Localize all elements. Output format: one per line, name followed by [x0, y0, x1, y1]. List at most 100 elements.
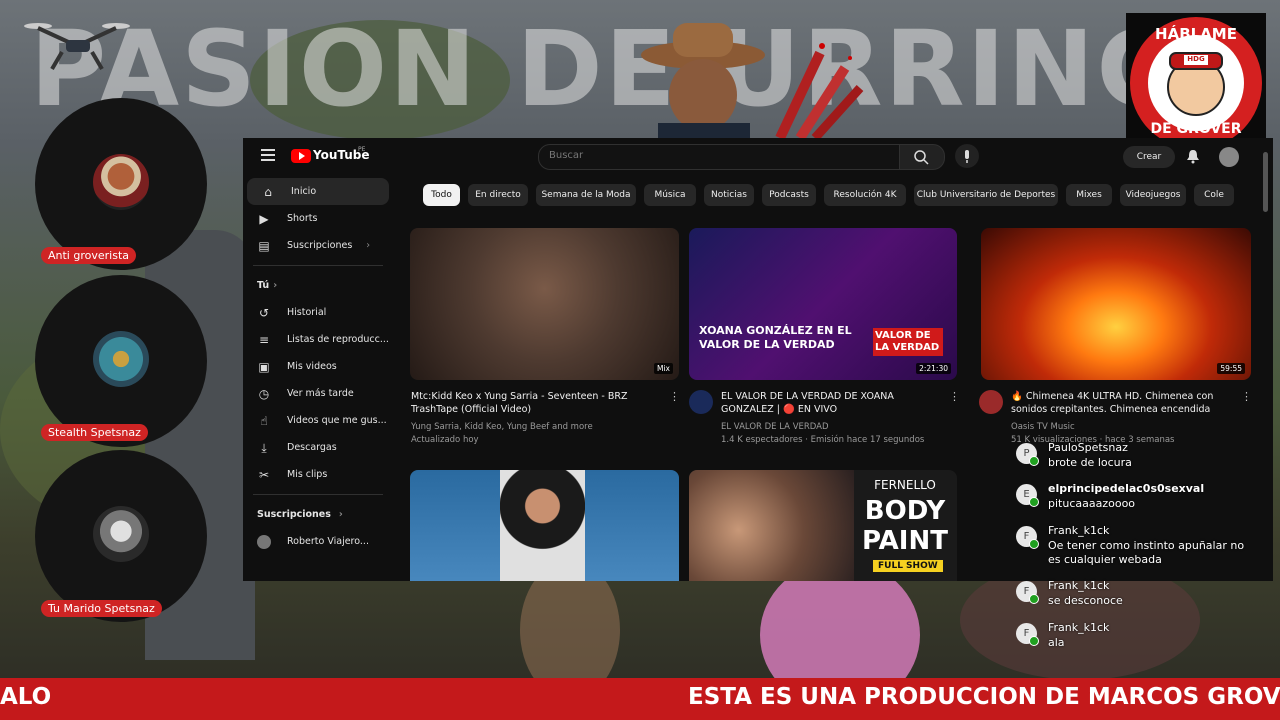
chat-avatar: E: [1016, 484, 1039, 507]
avatar: [93, 331, 149, 387]
youtube-header: YouTube PE Buscar Crear: [243, 138, 1273, 212]
sidebar-section-subscriptions[interactable]: Suscripciones ›: [243, 501, 393, 528]
video-channel[interactable]: EL VALOR DE LA VERDAD: [721, 421, 829, 433]
chat-avatar: F: [1016, 526, 1039, 549]
online-status-icon: [1029, 539, 1039, 549]
history-icon: ↺: [258, 305, 270, 320]
sidebar-item-liked-videos[interactable]: ☝ Videos que me gus...: [243, 407, 393, 434]
sidebar-item-my-videos[interactable]: ▣ Mis videos: [243, 353, 393, 380]
ticker-text: ALO: [0, 684, 52, 710]
logo-badge: HDG: [1187, 55, 1205, 63]
chat-message: F Frank_k1ck Oe tener como instinto apuñ…: [1016, 524, 1256, 572]
divider: [253, 494, 383, 495]
duration-badge: 59:55: [1217, 363, 1245, 374]
news-ticker: ALO ESTA ES UNA PRODUCCION DE MARCOS GRO…: [0, 678, 1280, 720]
menu-icon[interactable]: [261, 149, 275, 161]
my-videos-icon: ▣: [258, 359, 270, 374]
sidebar-item-shorts[interactable]: ▶ Shorts: [243, 205, 393, 232]
video-thumbnail[interactable]: [410, 470, 679, 581]
search-input[interactable]: Buscar: [538, 144, 900, 170]
sidebar-item-home[interactable]: ⌂ Inicio: [247, 178, 389, 205]
divider: [253, 265, 383, 266]
sidebar-item-subscriptions[interactable]: ▤ Suscripciones ›: [243, 232, 393, 259]
viewer-name-badge: Anti groverista: [41, 247, 136, 264]
thumbnail-text: FERNELLO: [874, 478, 936, 492]
channel-avatar[interactable]: [689, 390, 713, 414]
more-options-icon[interactable]: ⋮: [1241, 390, 1252, 403]
clips-icon: ✂: [258, 467, 270, 482]
search-button[interactable]: [899, 144, 945, 170]
video-title[interactable]: 🔥 Chimenea 4K ULTRA HD. Chimenea con son…: [1011, 390, 1241, 416]
duration-badge: 2:21:30: [916, 363, 951, 374]
chip-mixes[interactable]: Mixes: [1066, 184, 1112, 206]
chat-message: E elprincipedelac0s0sexval pitucaaaazooo…: [1016, 482, 1256, 516]
chip-music[interactable]: Música: [644, 184, 696, 206]
notifications-icon[interactable]: [1185, 148, 1201, 164]
video-meta: Actualizado hoy: [411, 435, 479, 445]
chat-text: pitucaaaazoooo: [1048, 497, 1136, 510]
chat-username: elprincipedelac0s0sexval: [1048, 482, 1205, 495]
search-icon: [914, 150, 929, 165]
video-thumbnail[interactable]: 59:55: [981, 228, 1251, 380]
channel-avatar[interactable]: [979, 390, 1003, 414]
playlist-icon: ≡: [258, 332, 270, 347]
chip-fashion-week[interactable]: Semana de la Moda: [536, 184, 636, 206]
chevron-right-icon: ›: [366, 240, 371, 251]
chat-username: Frank_k1ck: [1048, 579, 1110, 592]
chip-news[interactable]: Noticias: [704, 184, 754, 206]
logo-top-text: HÁBLAME: [1155, 25, 1237, 43]
sidebar-item-playlists[interactable]: ≡ Listas de reproducc...: [243, 326, 393, 353]
video-thumbnail[interactable]: FERNELLO BODY PAINT FULL SHOW: [689, 470, 957, 581]
shorts-icon: ▶: [259, 211, 269, 226]
youtube-logo-icon[interactable]: [291, 149, 311, 163]
profile-avatar[interactable]: [1219, 147, 1239, 167]
chat-message: F Frank_k1ck se desconoce: [1016, 579, 1256, 613]
drone-icon: [24, 23, 130, 71]
microphone-icon: [965, 150, 969, 163]
sidebar-item-downloads[interactable]: ⤓ Descargas: [243, 434, 393, 461]
viewer-circle: [35, 450, 207, 622]
youtube-sidebar: ⌂ Inicio ▶ Shorts ▤ Suscripciones › Tú › ↺ His…: [243, 178, 393, 555]
chat-text: se desconoce: [1048, 594, 1123, 607]
video-title[interactable]: EL VALOR DE LA VERDAD DE XOANA GONZALEZ …: [721, 390, 949, 416]
chip-videogames[interactable]: Videojuegos: [1120, 184, 1186, 206]
sidebar-section-you[interactable]: Tú ›: [243, 272, 393, 299]
download-icon: ⤓: [261, 440, 267, 455]
ticker-text: ESTA ES UNA PRODUCCION DE MARCOS GROV: [688, 684, 1280, 710]
chat-message: F Frank_k1ck ala: [1016, 621, 1256, 655]
chip-all[interactable]: Todo: [423, 184, 460, 206]
host-image: [640, 15, 770, 143]
video-thumbnail[interactable]: XOANA GONZÁLEZ EN EL VALOR DE LA VERDAD …: [689, 228, 957, 380]
viewer-name-badge: Tu Marido Spetsnaz: [41, 600, 162, 617]
video-channel[interactable]: Oasis TV Music: [1011, 421, 1075, 433]
avatar: [93, 506, 149, 562]
sidebar-item-channel[interactable]: Roberto Viajero...: [243, 528, 393, 555]
channel-avatar: [257, 534, 271, 549]
chat-avatar: P: [1016, 443, 1039, 466]
chip-more[interactable]: Cole: [1194, 184, 1234, 206]
viewer-name-badge: Stealth Spetsnaz: [41, 424, 148, 441]
chat-text: ala: [1048, 636, 1065, 649]
thumbnail-text: PAINT: [862, 526, 948, 556]
video-thumbnail[interactable]: Mix: [410, 228, 679, 380]
scrollbar[interactable]: [1263, 152, 1268, 212]
chat-avatar: F: [1016, 581, 1039, 604]
subscriptions-icon: ▤: [258, 238, 270, 253]
chip-4k[interactable]: Resolución 4K: [824, 184, 906, 206]
sidebar-item-watch-later[interactable]: ◷ Ver más tarde: [243, 380, 393, 407]
more-options-icon[interactable]: ⋮: [669, 390, 680, 403]
video-title[interactable]: Mtc:Kidd Keo x Yung Sarria - Seventeen -…: [411, 390, 671, 416]
chevron-right-icon: ›: [273, 280, 278, 291]
chip-club-universitario[interactable]: Club Universitario de Deportes: [914, 184, 1058, 206]
viewer-circle: [35, 275, 207, 447]
chip-live[interactable]: En directo: [468, 184, 528, 206]
microphone-button[interactable]: [955, 144, 979, 168]
sidebar-item-history[interactable]: ↺ Historial: [243, 299, 393, 326]
sidebar-item-clips[interactable]: ✂ Mis clips: [243, 461, 393, 488]
thumbnail-badge: VALOR DE LA VERDAD: [873, 328, 943, 356]
video-channel[interactable]: Yung Sarria, Kidd Keo, Yung Beef and mor…: [411, 421, 593, 433]
logo-bottom-text: DE GROVER: [1150, 121, 1242, 137]
more-options-icon[interactable]: ⋮: [949, 390, 960, 403]
create-button[interactable]: Crear: [1123, 146, 1175, 168]
chip-podcasts[interactable]: Podcasts: [762, 184, 816, 206]
